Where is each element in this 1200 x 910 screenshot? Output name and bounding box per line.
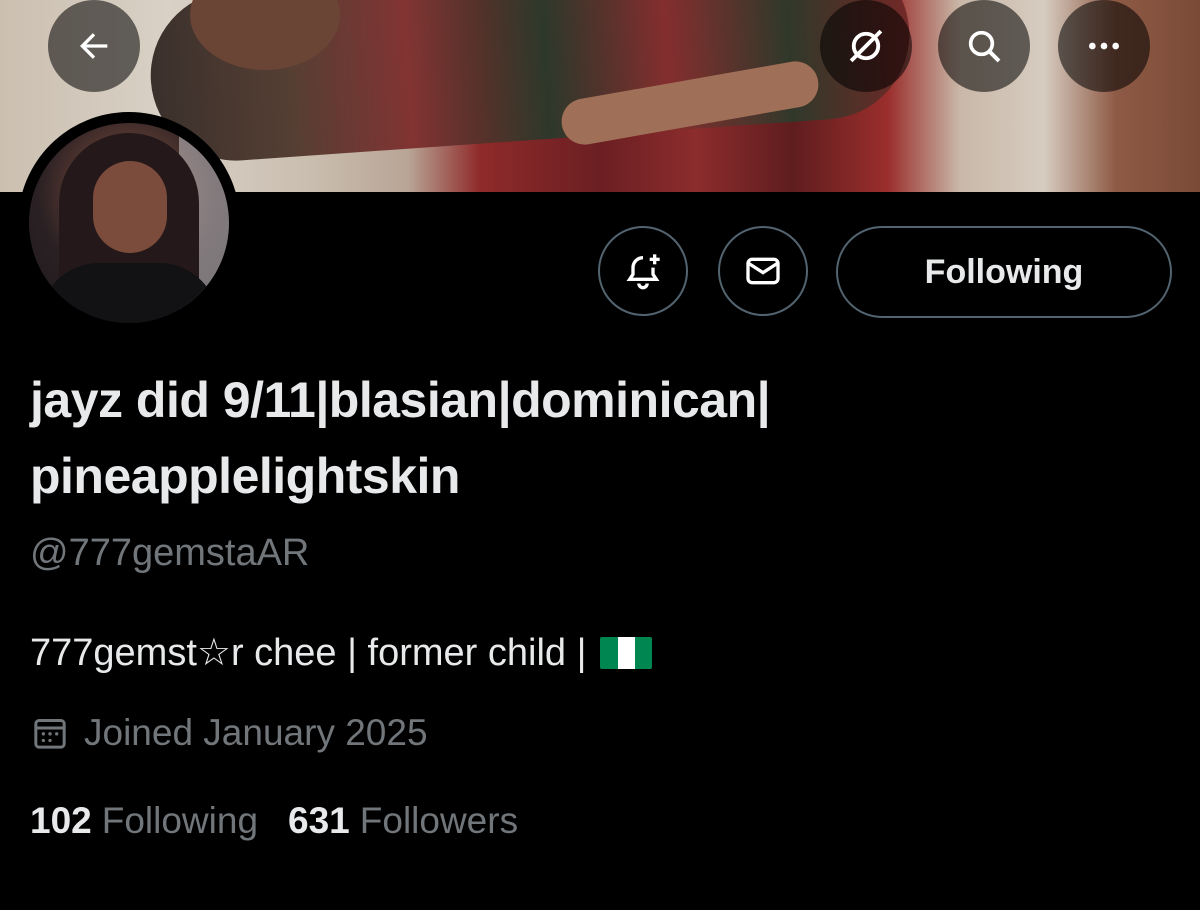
back-button[interactable] <box>48 0 140 92</box>
envelope-icon <box>746 257 780 285</box>
grok-button[interactable] <box>820 0 912 92</box>
followers-label: Followers <box>359 800 519 841</box>
joined-date: Joined January 2025 <box>30 712 428 754</box>
more-button[interactable] <box>1058 0 1150 92</box>
display-name-line-2: pineapplelightskin <box>30 448 460 504</box>
avatar-shirt <box>39 263 219 323</box>
more-horizontal-icon <box>1089 42 1119 50</box>
arrow-left-icon <box>80 33 108 59</box>
flag-nigeria-icon <box>600 636 653 669</box>
search-button[interactable] <box>938 0 1030 92</box>
follow-stats: 102 Following 631 Followers <box>30 800 518 842</box>
followers-count: 631 <box>288 800 350 841</box>
bell-plus-icon <box>626 254 660 290</box>
following-button-label: Following <box>924 252 1084 291</box>
joined-text: Joined January 2025 <box>84 712 428 753</box>
notifications-button[interactable] <box>598 226 688 316</box>
followers-stat[interactable]: 631 Followers <box>288 800 518 842</box>
grok-icon <box>849 29 883 63</box>
avatar-ring[interactable] <box>18 112 240 334</box>
following-count: 102 <box>30 800 92 841</box>
message-button[interactable] <box>718 226 808 316</box>
following-button[interactable]: Following <box>836 226 1172 318</box>
display-name-line-1: jayz did 9/11|blasian|dominican| <box>30 372 771 428</box>
display-name: jayz did 9/11|blasian|dominican| pineapp… <box>30 362 1130 514</box>
user-handle: @777gemstaAR <box>30 532 310 574</box>
following-stat[interactable]: 102 Following <box>30 800 258 842</box>
following-label: Following <box>101 800 259 841</box>
bio-text: 777gemst☆r chee | former child | <box>30 632 587 674</box>
avatar-face <box>93 161 167 253</box>
avatar <box>29 123 229 323</box>
calendar-icon <box>34 719 66 749</box>
bio: 777gemst☆r chee | former child | <box>30 630 653 675</box>
search-icon <box>968 30 1001 63</box>
